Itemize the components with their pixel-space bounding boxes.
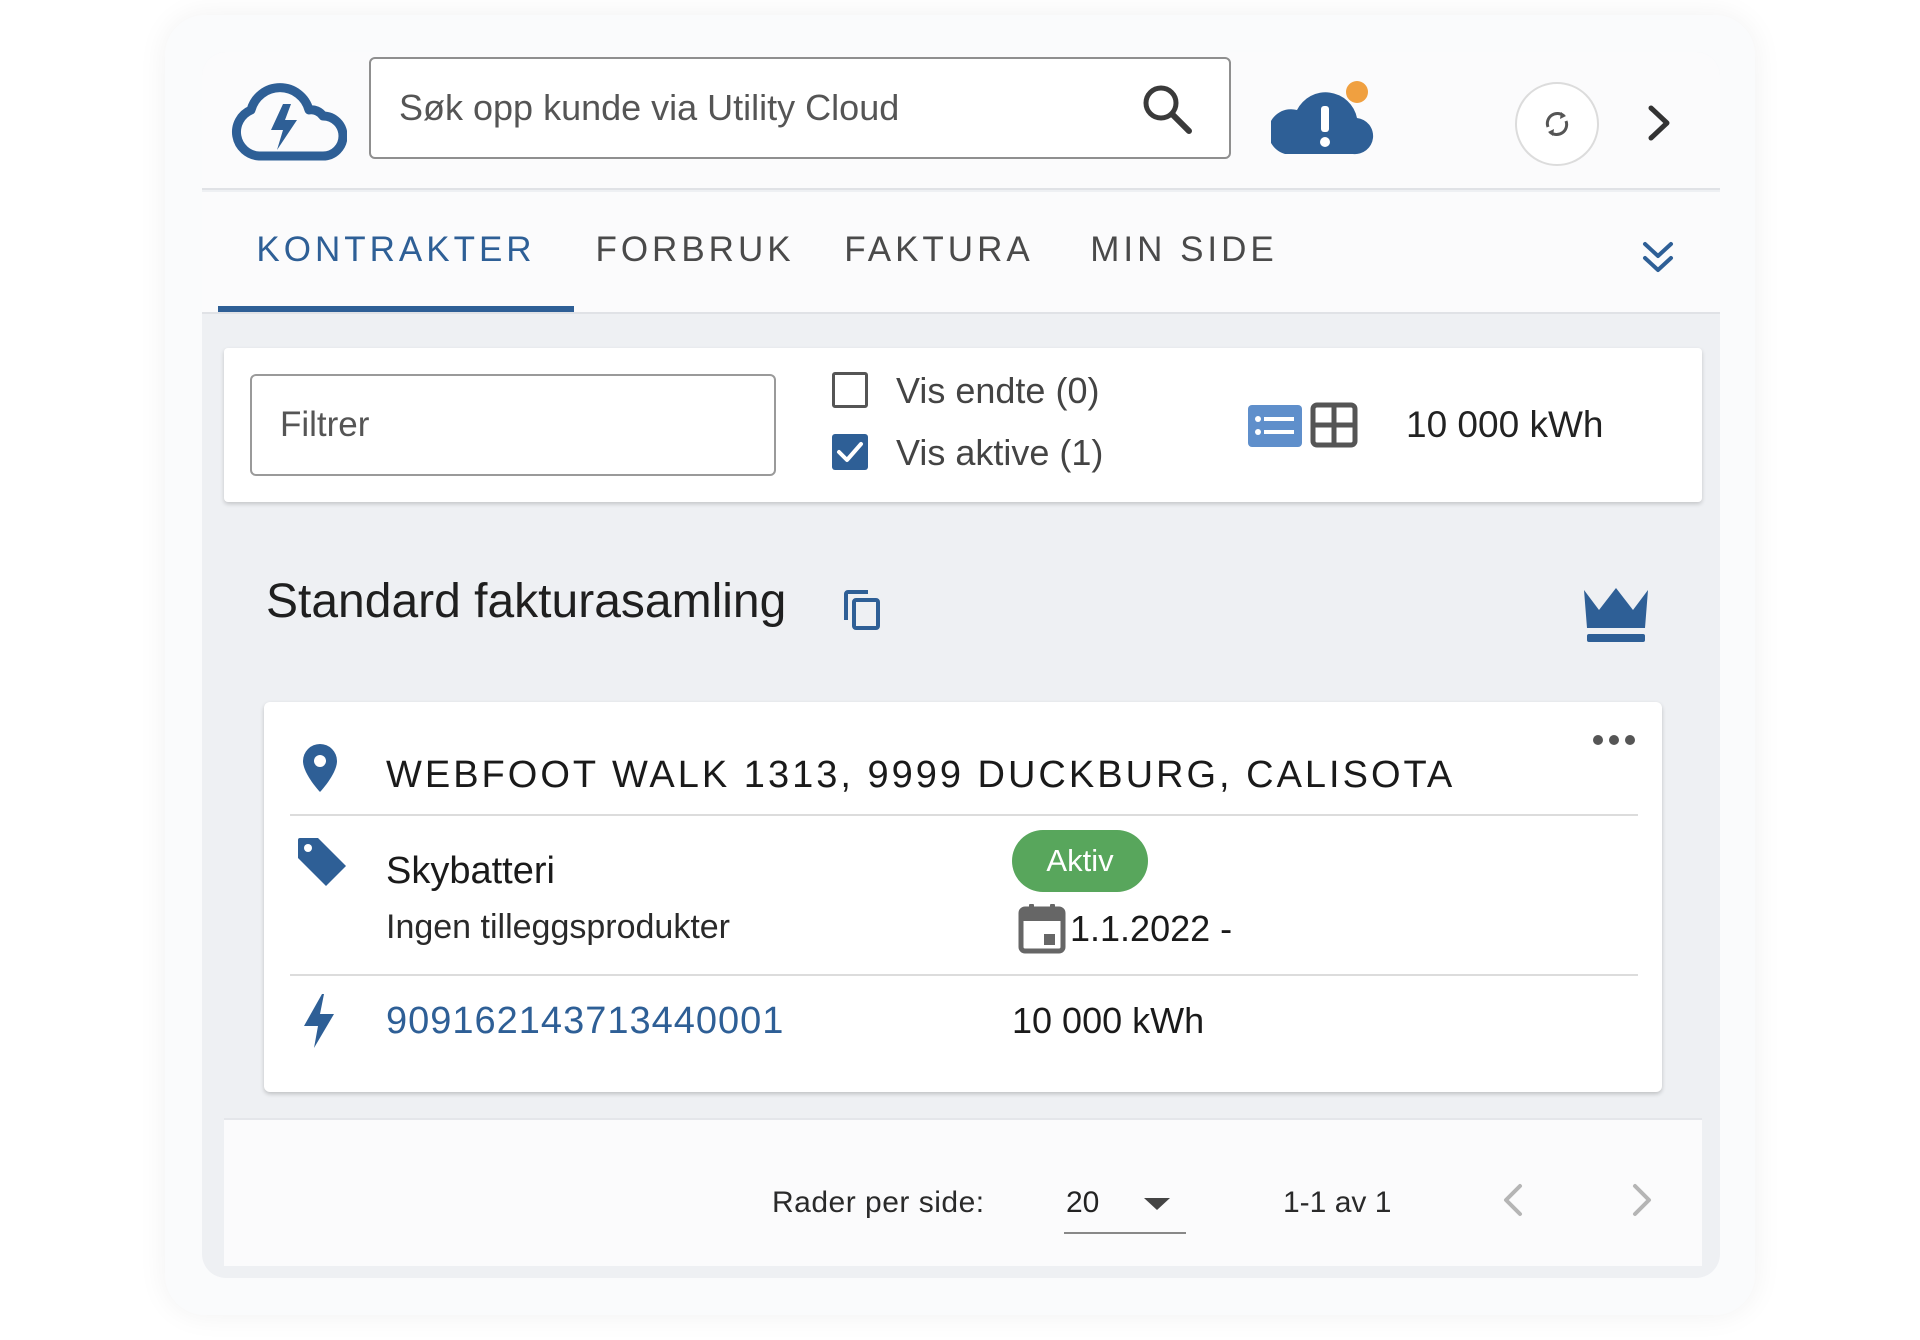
show-active-label[interactable]: Vis aktive (1) <box>896 432 1103 474</box>
chevron-right-icon[interactable] <box>1621 1178 1661 1222</box>
price-tag-icon <box>298 838 346 886</box>
metering-point-link[interactable]: 909162143713440001 <box>386 1000 784 1043</box>
delivery-address: WEBFOOT WALK 1313, 9999 DUCKBURG, CALISO… <box>386 754 1456 796</box>
tab-bar: KONTRAKTER FORBRUK FAKTURA MIN SIDE <box>202 192 1720 314</box>
chevron-left-icon[interactable] <box>1494 1178 1534 1222</box>
tab-faktura[interactable]: FAKTURA <box>816 192 1062 312</box>
crown-icon[interactable] <box>1581 582 1651 646</box>
chevron-right-icon[interactable] <box>1635 100 1681 146</box>
page-range: 1-1 av 1 <box>1283 1186 1392 1219</box>
pagination-bar: Rader per side: 20 1-1 av 1 <box>224 1118 1702 1266</box>
invoice-group-title: Standard fakturasamling <box>266 575 787 628</box>
rows-per-page-value: 20 <box>1066 1186 1100 1219</box>
list-view-icon[interactable] <box>1248 405 1302 447</box>
metering-point-usage: 10 000 kWh <box>1012 1000 1205 1041</box>
grid-view-icon[interactable] <box>1310 402 1358 448</box>
show-active-checkbox[interactable] <box>832 434 868 470</box>
divider <box>290 974 1638 976</box>
location-pin-icon <box>303 744 337 792</box>
double-chevron-down-icon[interactable] <box>1633 232 1683 282</box>
copy-icon[interactable] <box>842 588 882 632</box>
lightning-bolt-icon <box>304 994 334 1048</box>
addon-products: Ingen tilleggsprodukter <box>386 908 731 946</box>
rows-per-page-label: Rader per side: <box>772 1186 985 1219</box>
filter-field[interactable] <box>250 374 776 476</box>
search-icon[interactable] <box>1141 83 1193 135</box>
refresh-icon <box>1545 111 1569 137</box>
calendar-icon <box>1018 904 1066 954</box>
tab-forbruk[interactable]: FORBRUK <box>574 192 816 312</box>
tab-kontrakter[interactable]: KONTRAKTER <box>218 192 574 312</box>
show-ended-checkbox[interactable] <box>832 372 868 408</box>
status-badge: Aktiv <box>1012 830 1148 892</box>
show-ended-label[interactable]: Vis endte (0) <box>896 370 1099 412</box>
top-bar <box>202 52 1720 190</box>
start-date: 1.1.2022 - <box>1070 908 1233 949</box>
contract-card: WEBFOOT WALK 1313, 9999 DUCKBURG, CALISO… <box>264 702 1662 1092</box>
checkmark-icon <box>837 442 863 462</box>
refresh-button[interactable] <box>1515 82 1599 166</box>
divider <box>290 814 1638 816</box>
cloud-alert-icon[interactable] <box>1271 70 1375 166</box>
filter-input[interactable] <box>280 376 750 474</box>
cloud-bolt-logo-icon[interactable] <box>231 70 347 166</box>
filter-panel: Vis endte (0) Vis aktive (1) 10 000 kWh <box>224 348 1702 502</box>
app-window: KONTRAKTER FORBRUK FAKTURA MIN SIDE Vis … <box>202 52 1720 1278</box>
more-options-icon[interactable] <box>1590 730 1638 750</box>
active-tab-indicator <box>218 306 574 312</box>
customer-search[interactable] <box>369 57 1231 159</box>
rows-per-page-select[interactable]: 20 <box>1064 1172 1186 1234</box>
caret-down-icon <box>1144 1198 1170 1210</box>
total-usage: 10 000 kWh <box>1406 404 1604 445</box>
search-input[interactable] <box>399 59 1099 157</box>
tab-min-side[interactable]: MIN SIDE <box>1062 192 1306 312</box>
product-name: Skybatteri <box>386 850 555 892</box>
